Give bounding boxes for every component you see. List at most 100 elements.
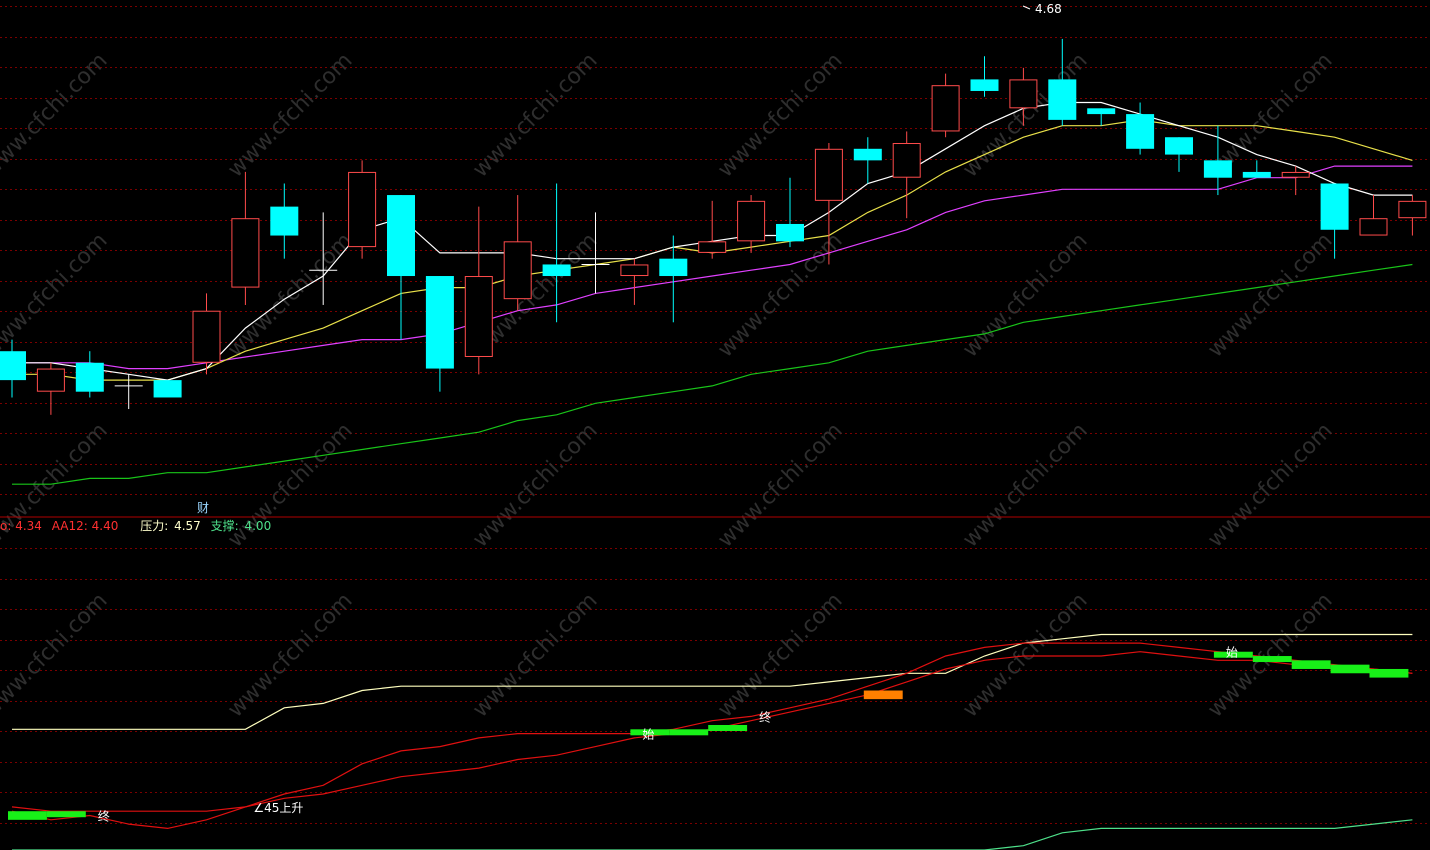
- candle: [698, 200, 727, 259]
- candle: [776, 177, 804, 248]
- watermark-text: www.cfchi.com: [223, 48, 357, 182]
- signal-bar: [1369, 668, 1409, 678]
- watermark-text: www.cfchi.com: [713, 588, 847, 722]
- candlesticks: [0, 38, 1427, 415]
- candle-body: [192, 310, 221, 363]
- candle-body: [737, 200, 766, 242]
- candle: [931, 73, 960, 138]
- legend-item-aa12: AA12: 4.40: [51, 519, 119, 533]
- candle: [1242, 160, 1271, 178]
- watermark-text: www.cfchi.com: [468, 588, 602, 722]
- watermark-layer: www.cfchi.com www.cfchi.com www.cfchi.com w…: [0, 48, 1338, 722]
- candle: [36, 362, 65, 415]
- candle-body: [1242, 171, 1271, 178]
- signal-bar: [863, 690, 903, 700]
- candle: [75, 351, 104, 398]
- candle-body: [1281, 171, 1310, 178]
- candle-body: [542, 264, 571, 277]
- candle-body: [814, 148, 843, 201]
- watermark-text: www.cfchi.com: [0, 48, 113, 182]
- candle: [1165, 137, 1193, 172]
- candle: [153, 380, 182, 398]
- legend-item-1: o: 4.34: [0, 519, 42, 533]
- finance-marker: 财: [197, 501, 209, 515]
- candle-body: [1398, 200, 1427, 219]
- candle: [620, 258, 649, 305]
- candle: [853, 137, 882, 184]
- candle-body: [776, 223, 804, 242]
- annotation-label: 终: [98, 809, 110, 824]
- legend-support-value: 4.00: [244, 519, 272, 533]
- legend-pressure-label: 压力:: [140, 519, 169, 533]
- candle-body: [0, 351, 26, 381]
- candle-body: [153, 380, 182, 398]
- candle-body: [892, 143, 921, 178]
- annotation-label: 始: [642, 728, 654, 742]
- legend-pressure-value: 4.57: [174, 519, 201, 533]
- candle: [464, 206, 493, 375]
- signal-bar: [46, 811, 86, 818]
- candle: [737, 195, 766, 253]
- candle-body: [1165, 137, 1193, 155]
- candle-body: [270, 206, 299, 236]
- watermark-text: www.cfchi.com: [713, 418, 847, 552]
- candle-body: [1009, 79, 1038, 109]
- candle-body: [1126, 114, 1155, 149]
- candle-body: [425, 276, 454, 369]
- stock-chart[interactable]: www.cfchi.com www.cfchi.com www.cfchi.com w…: [0, 0, 1430, 850]
- legend-support-label: 支撑:: [210, 519, 239, 533]
- max-price-label: 4.68: [1035, 2, 1062, 16]
- candle-body: [348, 171, 377, 248]
- watermark-text: www.cfchi.com: [0, 588, 113, 722]
- watermark-text: www.cfchi.com: [958, 418, 1092, 552]
- candle-body: [1048, 79, 1077, 120]
- annotation-label: 始: [1226, 646, 1238, 660]
- candle: [270, 183, 299, 259]
- candle: [1087, 108, 1116, 126]
- candle: [1126, 102, 1155, 155]
- candle: [1203, 125, 1232, 196]
- watermark-text: www.cfchi.com: [1203, 418, 1337, 552]
- candle: [1398, 195, 1427, 236]
- signal-line: [11, 642, 1413, 830]
- candle-body: [1087, 108, 1116, 115]
- watermark-text: www.cfchi.com: [468, 418, 602, 552]
- candle-body: [464, 276, 493, 357]
- candle-body: [1320, 183, 1349, 230]
- candle-body: [931, 85, 960, 132]
- indicator-lines: [11, 633, 1413, 850]
- candle: [1359, 195, 1388, 236]
- candle-body: [387, 195, 415, 277]
- annotation-label: ∠45上升: [253, 801, 303, 815]
- candle: [231, 171, 260, 305]
- moving-average-lines: [12, 101, 1413, 485]
- pressure-line: [12, 633, 1413, 730]
- candle: [892, 131, 921, 219]
- candle-body: [1203, 160, 1232, 178]
- ma-green-line: [12, 263, 1413, 485]
- watermark-text: www.cfchi.com: [223, 588, 357, 722]
- signal-bar: [669, 729, 709, 736]
- candle: [425, 276, 454, 392]
- aa12-line: [11, 651, 1413, 812]
- candle-body: [698, 241, 727, 253]
- candle: [192, 293, 221, 375]
- watermark-text: www.cfchi.com: [468, 48, 602, 182]
- signal-bar: [1291, 660, 1331, 669]
- candle-body: [75, 362, 104, 392]
- support-line: [12, 819, 1413, 850]
- candle-body: [36, 368, 65, 392]
- candle: [970, 56, 999, 97]
- signal-bar: [8, 811, 47, 820]
- candle-body: [503, 241, 532, 300]
- annotation-label: 终: [759, 709, 771, 724]
- max-price-marker: 4.68: [1022, 2, 1062, 16]
- candle-body: [620, 264, 649, 277]
- candle: [387, 195, 415, 340]
- indicator-bars: [8, 651, 1409, 820]
- indicator-legend: o: 4.34 AA12: 4.40 压力: 4.57 支撑: 4.00: [0, 517, 273, 534]
- candle-body: [1359, 218, 1388, 236]
- signal-bar: [1252, 656, 1292, 663]
- candle-body: [853, 148, 882, 161]
- candle-body: [970, 79, 999, 91]
